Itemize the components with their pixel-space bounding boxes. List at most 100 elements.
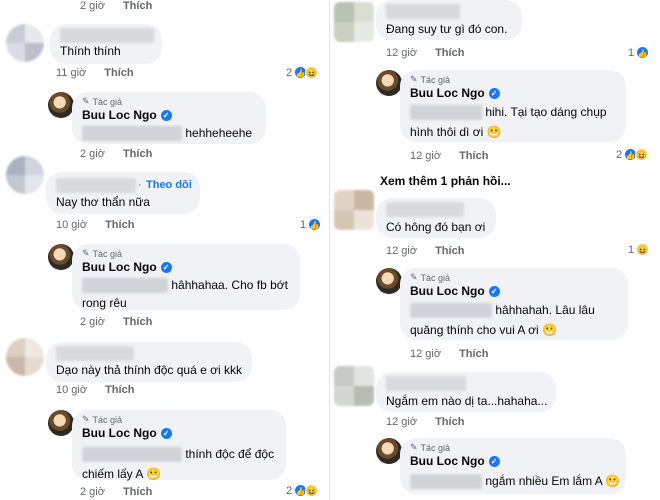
pencil-icon: ✎ — [82, 96, 90, 106]
author-avatar[interactable] — [48, 244, 74, 270]
author-name[interactable]: Buu Loc Ngo ✓ — [82, 426, 172, 440]
timestamp: 10 giờ — [56, 219, 88, 231]
redacted-mention — [410, 474, 482, 490]
comment-bubble: Dạo này thả thính độc quá e ơi kkk — [46, 342, 252, 382]
like-button[interactable]: Thích — [123, 486, 152, 498]
reply-text: hâhhahaa. Cho fb bớt rong rêu — [82, 278, 288, 310]
grimace-emoji-icon: 😬 — [541, 323, 557, 337]
redacted-mention — [82, 278, 168, 294]
reaction-summary[interactable]: 2 👍 😆 — [286, 484, 319, 497]
like-button[interactable]: Thích — [123, 0, 152, 12]
comment-meta: 10 giờ Thích — [56, 384, 134, 396]
redacted-name — [386, 376, 466, 391]
like-button[interactable]: Thích — [105, 219, 134, 231]
reaction-summary[interactable]: 2 👍 😆 — [286, 66, 319, 79]
right-panel: Đang suy tư gì đó con. 12 giờ Thích 1 👍 … — [330, 0, 660, 500]
author-name[interactable]: Buu Loc Ngo ✓ — [82, 108, 172, 122]
comment-meta: 11 giờ Thích — [56, 67, 134, 79]
like-button[interactable]: Thích — [105, 384, 134, 396]
author-badge: ✎ Tác giả — [410, 272, 451, 283]
author-avatar[interactable] — [376, 268, 402, 294]
comment-meta: 12 giờ Thích — [386, 416, 464, 428]
reaction-summary[interactable]: 1 😆 — [628, 243, 650, 256]
comment-text: Ngắm em nào dị ta...hahaha... — [386, 394, 548, 408]
reaction-summary[interactable]: 2 👍 😆 — [616, 148, 649, 161]
reaction-count: 2 — [286, 484, 293, 497]
pencil-icon: ✎ — [82, 248, 90, 258]
comment-text: Nay thơ thẩn nữa — [56, 195, 150, 209]
comment-bubble: Ngắm em nào dị ta...hahaha... — [376, 372, 556, 412]
separator: · — [138, 179, 142, 191]
redacted-mention — [410, 105, 482, 121]
haha-reaction-icon: 😆 — [305, 66, 319, 79]
pencil-icon: ✎ — [410, 272, 418, 282]
comment-meta: 10 giờ Thích — [56, 219, 134, 231]
author-avatar[interactable] — [48, 410, 74, 436]
comment-meta: 12 giờ Thích — [410, 348, 488, 360]
author-avatar[interactable] — [376, 70, 402, 96]
commenter-avatar[interactable] — [6, 338, 44, 376]
reaction-summary[interactable]: 1 👍 — [628, 46, 650, 59]
timestamp: 12 giờ — [410, 348, 442, 360]
haha-reaction-icon: 😆 — [636, 243, 650, 256]
follow-button[interactable]: Theo dõi — [146, 179, 192, 191]
like-button[interactable]: Thích — [123, 148, 152, 160]
verified-badge-icon: ✓ — [160, 109, 172, 121]
like-button[interactable]: Thích — [435, 245, 464, 257]
comment-meta: 12 giờ Thích — [386, 47, 464, 59]
reply-bubble: ✎ Tác giả Buu Loc Ngo ✓ hâhhahah. Lâu lâu … — [400, 268, 628, 340]
redacted-mention — [410, 303, 492, 319]
commenter-avatar[interactable] — [6, 24, 44, 62]
like-button[interactable]: Thích — [459, 150, 488, 162]
commenter-avatar[interactable] — [334, 190, 374, 230]
timestamp: 2 giờ — [80, 148, 105, 160]
timestamp: 10 giờ — [56, 384, 88, 396]
reaction-count: 1 — [300, 218, 307, 231]
timestamp: 12 giờ — [386, 47, 418, 59]
haha-reaction-icon: 😆 — [635, 148, 649, 161]
commenter-avatar[interactable] — [334, 2, 374, 42]
see-more-replies-link[interactable]: Xem thêm 1 phản hồi... — [380, 174, 511, 188]
reply-bubble: ✎ Tác giả Buu Loc Ngo ✓ thính độc để độc c… — [72, 410, 286, 481]
author-name[interactable]: Buu Loc Ngo ✓ — [410, 284, 500, 298]
author-badge: ✎ Tác giả — [82, 96, 123, 107]
commenter-avatar[interactable] — [6, 156, 44, 194]
author-badge: ✎ Tác giả — [410, 74, 451, 85]
redacted-name — [56, 178, 136, 193]
author-avatar[interactable] — [48, 92, 74, 118]
reaction-count: 2 — [616, 148, 623, 161]
author-name[interactable]: Buu Loc Ngo ✓ — [410, 454, 500, 468]
like-button[interactable]: Thích — [435, 47, 464, 59]
timestamp: 2 giờ — [80, 486, 105, 498]
like-button[interactable]: Thích — [435, 416, 464, 428]
author-avatar[interactable] — [376, 438, 402, 464]
comment-meta: 2 giờ Thích — [80, 316, 152, 328]
timestamp: 12 giờ — [386, 416, 418, 428]
verified-badge-icon: ✓ — [160, 427, 172, 439]
reply-text: hihi. Tại tạo dáng chụp hình thôi dì ơi … — [410, 105, 607, 139]
author-name[interactable]: Buu Loc Ngo ✓ — [82, 260, 172, 274]
comment-bubble: · Theo dõi Nay thơ thẩn nữa — [46, 172, 200, 214]
reaction-count: 1 — [628, 46, 635, 59]
reply-bubble: ✎ Tác giả Buu Loc Ngo ✓ hihi. Tại tạo dáng… — [400, 70, 626, 142]
reply-text: hâhhahah. Lâu lâu quăng thính cho vui A … — [410, 303, 595, 337]
comment-bubble: Có hông đó bạn ơi — [376, 198, 496, 238]
comment-meta: 12 giờ Thích — [410, 150, 488, 162]
author-badge: ✎ Tác giả — [82, 248, 123, 259]
reaction-summary[interactable]: 1 👍 — [300, 218, 322, 231]
comment-text: Thính thính — [60, 44, 121, 58]
like-button[interactable]: Thích — [104, 67, 133, 79]
comment-text: Có hông đó bạn ơi — [386, 220, 486, 234]
reply-bubble: ✎ Tác giả Buu Loc Ngo ✓ hehheheehe — [72, 92, 266, 144]
like-button[interactable]: Thích — [123, 316, 152, 328]
comment-meta: 12 giờ Thích — [386, 245, 464, 257]
pencil-icon: ✎ — [410, 442, 418, 452]
like-button[interactable]: Thích — [459, 348, 488, 360]
pencil-icon: ✎ — [82, 414, 90, 424]
grimace-emoji-icon: 😬 — [486, 125, 502, 139]
comment-meta: 2 giờ Thích — [80, 148, 152, 160]
commenter-avatar[interactable] — [334, 366, 374, 406]
author-name[interactable]: Buu Loc Ngo ✓ — [410, 86, 500, 100]
redacted-mention — [82, 447, 182, 463]
comment-text: Dạo này thả thính độc quá e ơi kkk — [56, 363, 242, 377]
